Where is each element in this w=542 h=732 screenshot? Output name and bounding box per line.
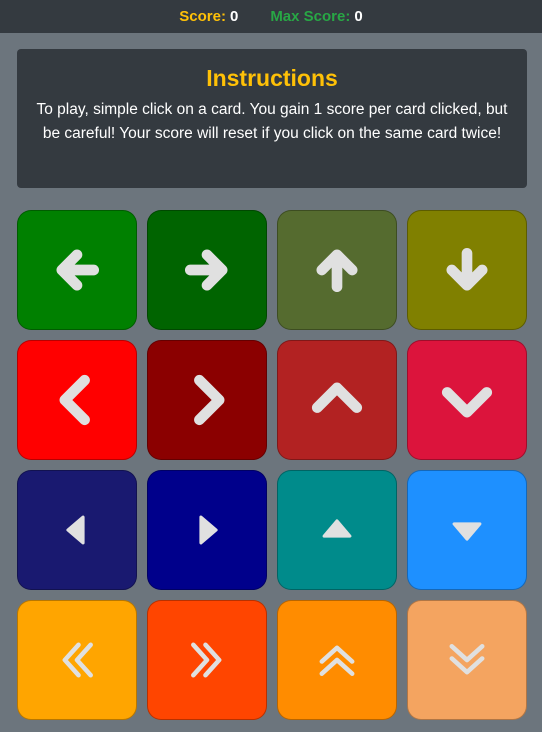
card-13[interactable] xyxy=(17,600,137,720)
max-score-display: Max Score: 0 xyxy=(270,8,362,25)
score-value: 0 xyxy=(229,8,239,25)
instructions-title: Instructions xyxy=(206,65,338,91)
score-label: Score: xyxy=(179,8,226,25)
double-chevron-right-icon xyxy=(191,642,222,678)
max-score-label: Max Score: xyxy=(270,8,351,25)
double-chevron-down-icon xyxy=(449,644,485,675)
card-2[interactable] xyxy=(147,210,267,330)
card-4[interactable] xyxy=(407,210,527,330)
arrow-down-icon xyxy=(446,247,488,291)
double-chevron-left-icon xyxy=(62,642,93,678)
card-9[interactable] xyxy=(17,470,137,590)
arrow-left-icon xyxy=(56,249,100,291)
instructions-text: To play, simple click on a card. You gai… xyxy=(36,101,508,142)
chevron-up-icon xyxy=(311,382,363,413)
card-7[interactable] xyxy=(277,340,397,460)
chevron-left-icon xyxy=(59,374,90,426)
arrow-up-icon xyxy=(316,249,358,293)
chevron-right-icon xyxy=(194,374,225,426)
card-10[interactable] xyxy=(147,470,267,590)
caret-down-icon xyxy=(452,522,482,541)
card-5[interactable] xyxy=(17,340,137,460)
instructions-panel: Instructions To play, simple click on a … xyxy=(17,49,527,188)
card-14[interactable] xyxy=(147,600,267,720)
card-6[interactable] xyxy=(147,340,267,460)
score-display: Score: 0 xyxy=(179,8,238,25)
caret-left-icon xyxy=(66,515,85,545)
card-16[interactable] xyxy=(407,600,527,720)
card-8[interactable] xyxy=(407,340,527,460)
card-3[interactable] xyxy=(277,210,397,330)
caret-right-icon xyxy=(199,515,218,545)
card-11[interactable] xyxy=(277,470,397,590)
double-chevron-up-icon xyxy=(319,645,355,676)
score-bar: Score: 0 Max Score: 0 xyxy=(0,0,542,33)
arrow-right-icon xyxy=(184,249,228,291)
caret-up-icon xyxy=(322,519,352,538)
card-grid xyxy=(17,210,527,720)
card-1[interactable] xyxy=(17,210,137,330)
card-15[interactable] xyxy=(277,600,397,720)
chevron-down-icon xyxy=(441,387,493,418)
card-12[interactable] xyxy=(407,470,527,590)
max-score-value: 0 xyxy=(354,8,363,25)
